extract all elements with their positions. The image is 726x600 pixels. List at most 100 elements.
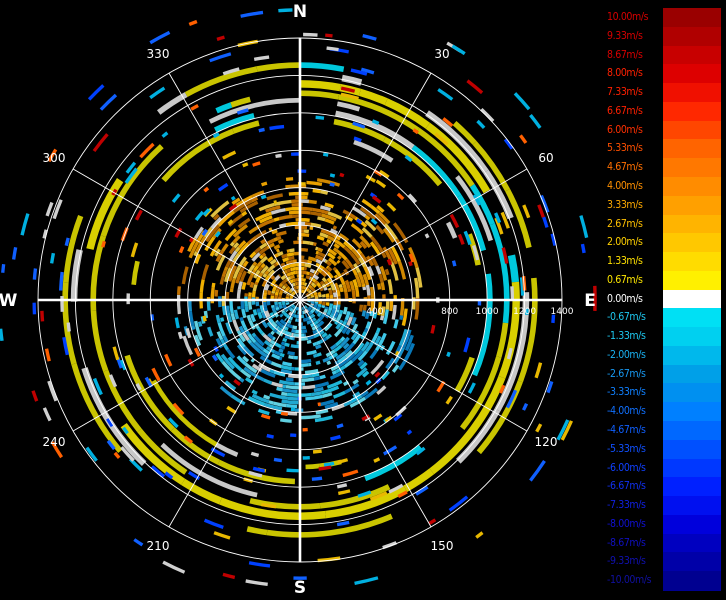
legend-row: -4.67m/s [604, 421, 722, 441]
angle-label-30: 30 [434, 47, 449, 61]
inner-echo-cell [255, 301, 260, 307]
scatter-echo [216, 35, 225, 41]
inner-echo-cell [206, 301, 211, 311]
inner-echo-cell [230, 394, 246, 406]
legend-swatch [663, 345, 721, 366]
inner-echo-cell [244, 306, 249, 313]
scatter-echo [362, 34, 377, 41]
inner-echo-cell [369, 349, 378, 360]
scatter-echo [303, 32, 318, 37]
legend-label: -9.33m/s [607, 555, 646, 568]
scatter-echo [424, 233, 430, 239]
inner-echo-cell [382, 294, 386, 299]
scatter-echo [253, 55, 270, 61]
scatter-echo [31, 390, 39, 402]
inner-echo-cell [306, 339, 312, 344]
legend-label: -8.67m/s [607, 536, 646, 549]
legend-label: -6.67m/s [607, 480, 646, 493]
legend-row: 5.33m/s [604, 139, 722, 159]
compass-w: W [0, 291, 18, 311]
inner-echo-cell [287, 351, 295, 356]
scatter-echo [466, 79, 484, 95]
inner-echo-cell [365, 284, 371, 296]
scatter-echo [290, 433, 297, 438]
inner-echo-cell [332, 292, 337, 298]
scatter-echo [112, 346, 120, 361]
legend-swatch [663, 571, 721, 591]
scatter-echo [365, 379, 372, 386]
inner-echo-cell [247, 236, 257, 245]
echo-ring-2-segment [403, 468, 435, 492]
scatter-echo [266, 433, 274, 439]
legend-swatch [663, 158, 721, 178]
scatter-echo [330, 434, 341, 441]
inner-echo-cell [399, 315, 404, 320]
inner-echo-cell [273, 217, 280, 222]
inner-echo-cell [302, 240, 311, 245]
legend-label: 0.67m/s [607, 273, 643, 286]
scatter-echo [522, 204, 531, 219]
inner-echo-cell [199, 279, 205, 293]
inner-echo-cell [325, 293, 330, 298]
inner-echo-cell [248, 301, 253, 310]
legend-swatch [663, 421, 721, 441]
scatter-echo [451, 44, 466, 56]
inner-echo-cell [201, 264, 210, 280]
inner-echo-cell [285, 302, 290, 306]
scatter-echo [302, 456, 310, 460]
legend-row: -2.00m/s [604, 345, 722, 366]
inner-echo-cell [214, 289, 219, 297]
scatter-echo [113, 451, 121, 459]
scatter-echo [291, 152, 299, 156]
legend-row: -4.00m/s [604, 402, 722, 422]
legend-label: -2.67m/s [607, 367, 646, 380]
inner-echo-cell [270, 361, 282, 369]
legend-row: -10.00m/s [604, 571, 722, 591]
scatter-echo [342, 469, 359, 478]
scatter-echo [50, 252, 56, 264]
scatter-echo [537, 204, 545, 218]
echo-ring-0-segment [157, 92, 188, 115]
inner-echo-cell [267, 290, 272, 296]
echo-ring-0-segment [246, 526, 268, 536]
legend-label: -1.33m/s [607, 330, 646, 343]
legend-label: 8.67m/s [607, 48, 643, 61]
inner-echo-cell [213, 240, 222, 251]
scatter-echo [242, 162, 249, 168]
inner-echo-cell [300, 210, 311, 215]
echo-ring-7-segment [131, 260, 140, 285]
legend-row: 2.67m/s [604, 214, 722, 234]
inner-echo-cell [302, 270, 307, 275]
inner-echo-cell [351, 290, 356, 298]
inner-echo-cell [232, 319, 240, 332]
inner-echo-cell [305, 313, 308, 318]
legend-label: -2.00m/s [607, 348, 646, 361]
scatter-echo [451, 260, 457, 267]
scatter-echo [374, 371, 381, 378]
inner-echo-cell [393, 319, 399, 329]
legend-label: 4.00m/s [607, 179, 643, 192]
scatter-echo [130, 242, 139, 258]
inner-echo-cell [285, 177, 294, 181]
legend-swatch [663, 45, 721, 65]
inner-echo-cell [321, 294, 326, 298]
inner-echo-cell [314, 381, 330, 389]
inner-echo-cell [375, 224, 385, 235]
scatter-echo [275, 153, 282, 158]
inner-echo-cell [268, 400, 274, 405]
inner-echo-cell [290, 344, 299, 349]
scatter-echo [579, 215, 589, 239]
scatter-echo [445, 395, 453, 405]
scatter-echo [467, 382, 476, 394]
scatter-echo [273, 457, 282, 463]
legend-row: -6.00m/s [604, 458, 722, 478]
legend-label: 2.67m/s [607, 217, 643, 230]
scatter-echo [149, 86, 166, 100]
scatter-echo [260, 413, 271, 420]
scatter-echo [0, 328, 4, 341]
scatter-echo [87, 84, 105, 101]
scatter-echo [190, 104, 199, 111]
scatter-echo [476, 119, 486, 129]
scatter-echo [311, 476, 323, 481]
legend-label: -10.00m/s [607, 574, 652, 587]
